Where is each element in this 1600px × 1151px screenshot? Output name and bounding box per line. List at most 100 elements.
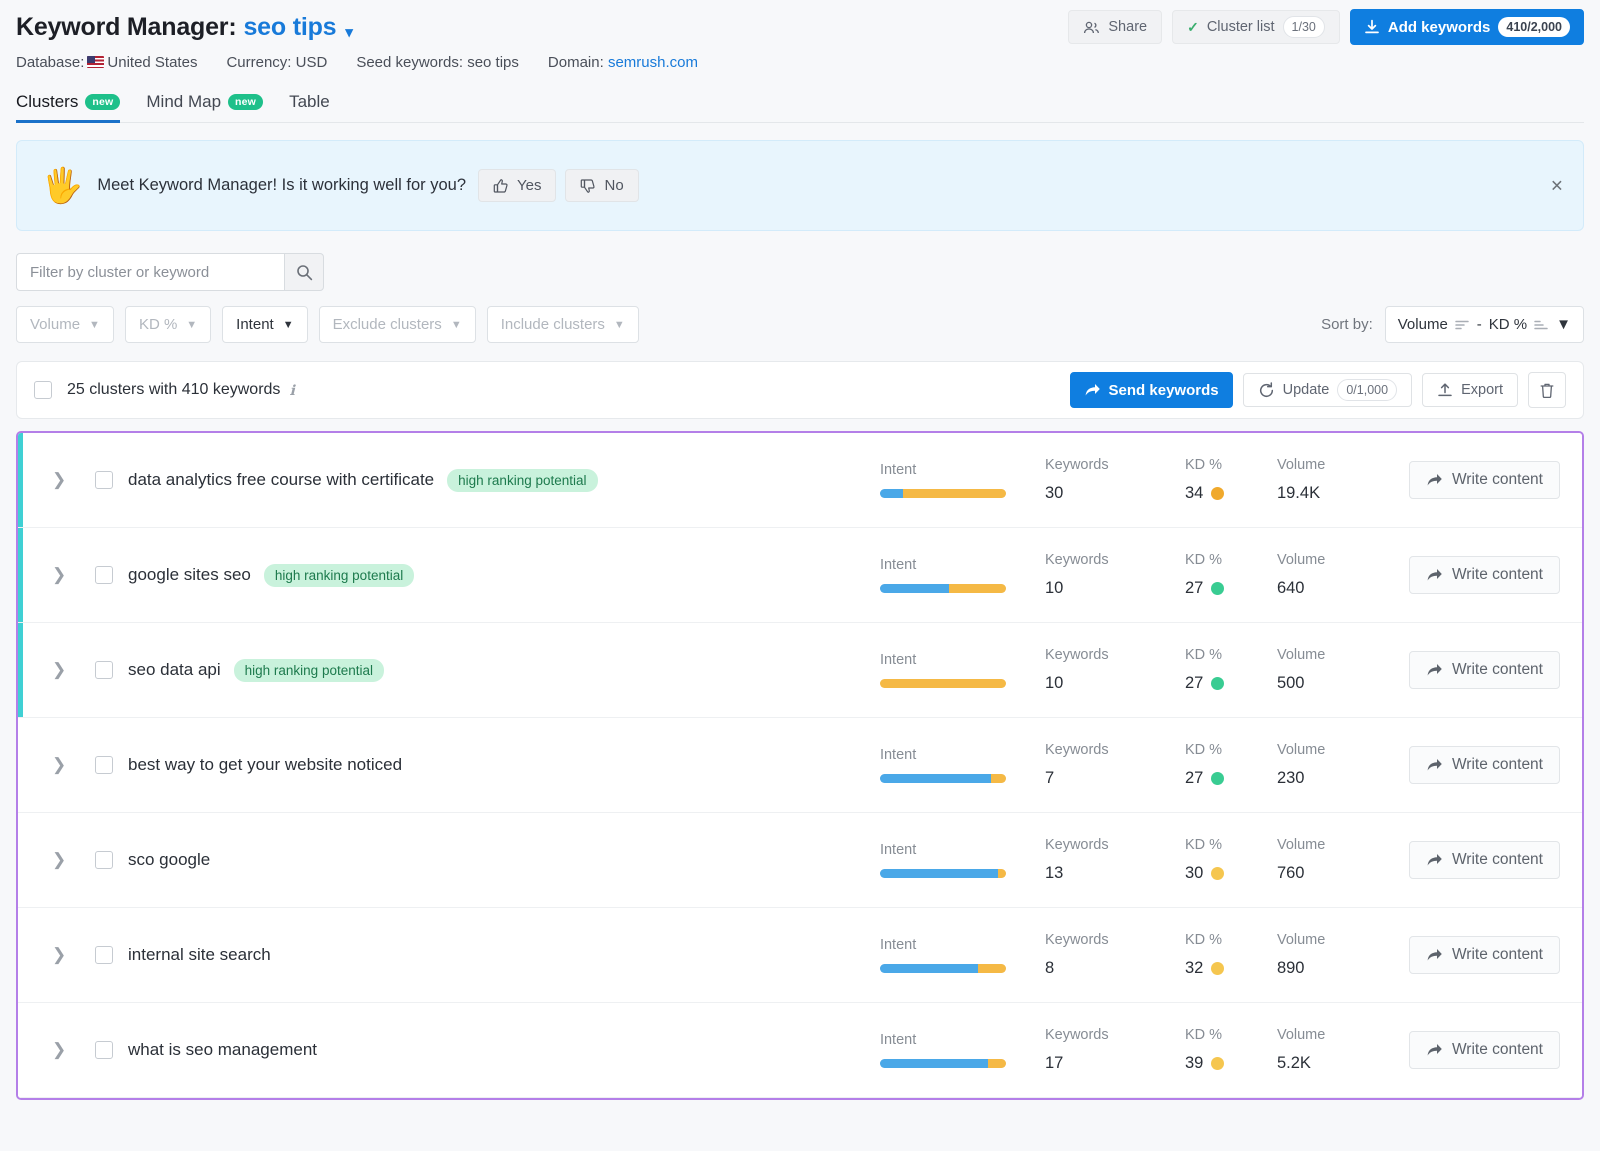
keywords-value: 17 xyxy=(1045,1054,1185,1073)
filter-chip-include-clusters[interactable]: Include clusters ▼ xyxy=(487,306,639,343)
intent-cell: Intent xyxy=(880,747,1045,783)
search-button[interactable] xyxy=(284,253,324,291)
expand-row-icon[interactable]: ❯ xyxy=(52,470,66,490)
sort-dash: - xyxy=(1477,316,1482,333)
search-input[interactable] xyxy=(16,253,284,291)
update-button[interactable]: Update 0/1,000 xyxy=(1243,373,1412,407)
thumbs-down-icon xyxy=(580,178,596,194)
tab-clusters-label: Clusters xyxy=(16,92,78,112)
chevron-down-icon: ▼ xyxy=(614,319,625,331)
expand-row-icon[interactable]: ❯ xyxy=(52,660,66,680)
write-content-label: Write content xyxy=(1452,1041,1543,1059)
keywords-column-header: Keywords xyxy=(1045,932,1185,948)
meta-domain-link[interactable]: semrush.com xyxy=(608,54,698,71)
row-checkbox[interactable] xyxy=(95,1041,113,1059)
tab-table[interactable]: Table xyxy=(289,92,330,122)
volume-cell: Volume 500 xyxy=(1277,647,1409,693)
filter-chip-exclude-clusters[interactable]: Exclude clusters ▼ xyxy=(319,306,476,343)
delete-button[interactable] xyxy=(1528,372,1566,408)
row-checkbox[interactable] xyxy=(95,946,113,964)
table-row[interactable]: ❯ sco google Intent Keywords 13 KD % 30 … xyxy=(18,813,1582,908)
write-content-button[interactable]: Write content xyxy=(1409,841,1560,879)
table-row[interactable]: ❯ google sites seohigh ranking potential… xyxy=(18,528,1582,623)
page-title-seed[interactable]: seo tips xyxy=(243,13,336,41)
row-checkbox[interactable] xyxy=(95,566,113,584)
intent-segment-yellow xyxy=(880,679,1006,688)
intent-cell: Intent xyxy=(880,557,1045,593)
meta-seed-keywords: Seed keywords: seo tips xyxy=(356,54,519,71)
filter-chip-kd[interactable]: KD % ▼ xyxy=(125,306,211,343)
add-keywords-button[interactable]: Add keywords 410/2,000 xyxy=(1350,9,1584,45)
row-checkbox[interactable] xyxy=(95,661,113,679)
write-content-button[interactable]: Write content xyxy=(1409,1031,1560,1069)
cluster-list-button[interactable]: ✓ Cluster list 1/30 xyxy=(1172,10,1340,44)
waving-hand-icon: 🖐 xyxy=(41,169,83,203)
intent-bar xyxy=(880,1059,1006,1068)
expand-row-icon[interactable]: ❯ xyxy=(52,755,66,775)
feedback-no-button[interactable]: No xyxy=(565,169,638,202)
row-checkbox[interactable] xyxy=(95,756,113,774)
table-row[interactable]: ❯ what is seo management Intent Keywords… xyxy=(18,1003,1582,1098)
intent-bar xyxy=(880,489,1006,498)
kd-difficulty-dot xyxy=(1211,772,1224,785)
keywords-cell: Keywords 7 xyxy=(1045,742,1185,788)
intent-segment-blue xyxy=(880,869,998,878)
sort-by-label: Sort by: xyxy=(1321,316,1373,333)
filter-chip-exclude-clusters-label: Exclude clusters xyxy=(333,316,442,333)
write-content-button[interactable]: Write content xyxy=(1409,556,1560,594)
tab-clusters[interactable]: Clusters new xyxy=(16,92,120,122)
row-checkbox[interactable] xyxy=(95,471,113,489)
row-checkbox[interactable] xyxy=(95,851,113,869)
volume-cell: Volume 760 xyxy=(1277,837,1409,883)
share-arrow-icon xyxy=(1426,947,1443,963)
table-row[interactable]: ❯ internal site search Intent Keywords 8… xyxy=(18,908,1582,1003)
table-row[interactable]: ❯ best way to get your website noticed I… xyxy=(18,718,1582,813)
kd-cell: KD % 39 xyxy=(1185,1027,1277,1073)
feedback-yes-label: Yes xyxy=(517,177,541,194)
expand-row-icon[interactable]: ❯ xyxy=(52,850,66,870)
volume-value: 640 xyxy=(1277,579,1409,598)
cluster-name: what is seo management xyxy=(128,1040,317,1060)
feedback-banner-text: Meet Keyword Manager! Is it working well… xyxy=(97,176,466,195)
expand-row-icon[interactable]: ❯ xyxy=(52,565,66,585)
table-row[interactable]: ❯ data analytics free course with certif… xyxy=(18,433,1582,528)
expand-row-icon[interactable]: ❯ xyxy=(52,1040,66,1060)
share-arrow-icon xyxy=(1426,757,1443,773)
kd-value: 39 xyxy=(1185,1054,1277,1073)
keywords-column-header: Keywords xyxy=(1045,742,1185,758)
cluster-name: google sites seo xyxy=(128,565,251,585)
cluster-name: data analytics free course with certific… xyxy=(128,470,434,490)
volume-value: 19.4K xyxy=(1277,484,1409,503)
write-content-button[interactable]: Write content xyxy=(1409,746,1560,784)
kd-cell: KD % 27 xyxy=(1185,552,1277,598)
share-label: Share xyxy=(1108,19,1147,35)
share-arrow-icon xyxy=(1426,472,1443,488)
expand-row-icon[interactable]: ❯ xyxy=(52,945,66,965)
write-content-button[interactable]: Write content xyxy=(1409,651,1560,689)
intent-cell: Intent xyxy=(880,842,1045,878)
chevron-down-icon[interactable]: ▾ xyxy=(345,23,352,41)
keywords-cell: Keywords 30 xyxy=(1045,457,1185,503)
volume-cell: Volume 890 xyxy=(1277,932,1409,978)
info-icon[interactable]: ℹ xyxy=(289,382,294,399)
feedback-banner-buttons: Yes No xyxy=(478,169,639,202)
send-keywords-button[interactable]: Send keywords xyxy=(1070,372,1233,408)
feedback-yes-button[interactable]: Yes xyxy=(478,169,556,202)
close-icon[interactable]: × xyxy=(1551,175,1563,196)
search-box xyxy=(16,253,324,291)
select-all-checkbox[interactable] xyxy=(34,381,52,399)
table-row[interactable]: ❯ seo data apihigh ranking potential Int… xyxy=(18,623,1582,718)
tab-mind-map[interactable]: Mind Map new xyxy=(146,92,263,122)
filter-chip-intent[interactable]: Intent ▼ xyxy=(222,306,307,343)
share-button[interactable]: Share xyxy=(1068,10,1162,44)
refresh-icon xyxy=(1258,382,1275,399)
export-button[interactable]: Export xyxy=(1422,373,1518,407)
write-content-label: Write content xyxy=(1452,851,1543,869)
write-content-button[interactable]: Write content xyxy=(1409,461,1560,499)
kd-column-header: KD % xyxy=(1185,647,1277,663)
filter-chip-volume[interactable]: Volume ▼ xyxy=(16,306,114,343)
sort-select[interactable]: Volume - KD % ▼ xyxy=(1385,306,1584,343)
keywords-cell: Keywords 10 xyxy=(1045,647,1185,693)
cluster-list: ❯ data analytics free course with certif… xyxy=(16,431,1584,1100)
write-content-button[interactable]: Write content xyxy=(1409,936,1560,974)
